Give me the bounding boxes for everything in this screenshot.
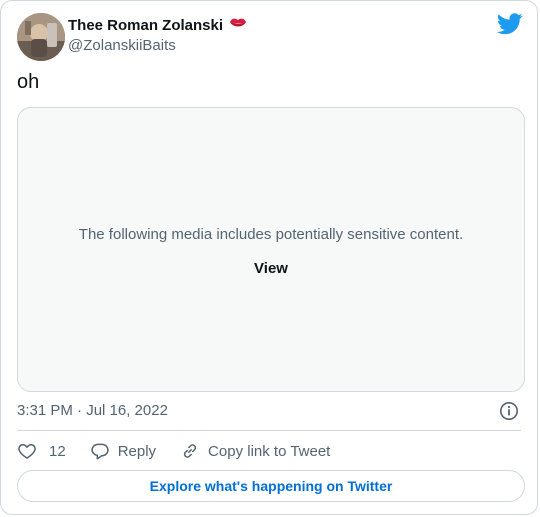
tweet-text: oh xyxy=(17,71,40,93)
like-count: 12 xyxy=(49,442,66,460)
info-icon[interactable] xyxy=(499,401,519,421)
copy-link-label: Copy link to Tweet xyxy=(208,442,331,460)
reply-bubble-icon xyxy=(91,443,109,460)
explore-twitter-button[interactable]: Explore what's happening on Twitter xyxy=(17,470,525,502)
display-name[interactable]: Thee Roman Zolanski xyxy=(68,17,223,34)
view-media-button[interactable]: View xyxy=(248,258,294,279)
divider xyxy=(17,430,521,431)
sensitive-media-placeholder: The following media includes potentially… xyxy=(17,107,525,392)
tweet-card: Thee Roman Zolanski @ZolanskiiBaits oh T… xyxy=(0,0,538,515)
reply-button[interactable]: Reply xyxy=(90,441,156,461)
lips-emoji-icon xyxy=(229,16,247,34)
avatar[interactable] xyxy=(17,13,65,61)
like-button[interactable]: 12 xyxy=(17,441,66,461)
sensitive-warning-text: The following media includes potentially… xyxy=(78,226,464,243)
link-icon xyxy=(183,444,197,458)
reply-label: Reply xyxy=(117,442,157,460)
tweet-timestamp[interactable]: 3:31 PM · Jul 16, 2022 xyxy=(17,402,168,419)
avatar-image xyxy=(17,13,65,61)
copy-link-button[interactable]: Copy link to Tweet xyxy=(180,441,330,461)
heart-icon xyxy=(18,444,36,459)
author-name-row[interactable]: Thee Roman Zolanski xyxy=(68,16,247,34)
tweet-actions: 12 Reply Copy link to Tweet xyxy=(17,439,330,463)
author-handle[interactable]: @ZolanskiiBaits xyxy=(68,37,176,54)
twitter-bird-icon[interactable] xyxy=(497,13,523,35)
